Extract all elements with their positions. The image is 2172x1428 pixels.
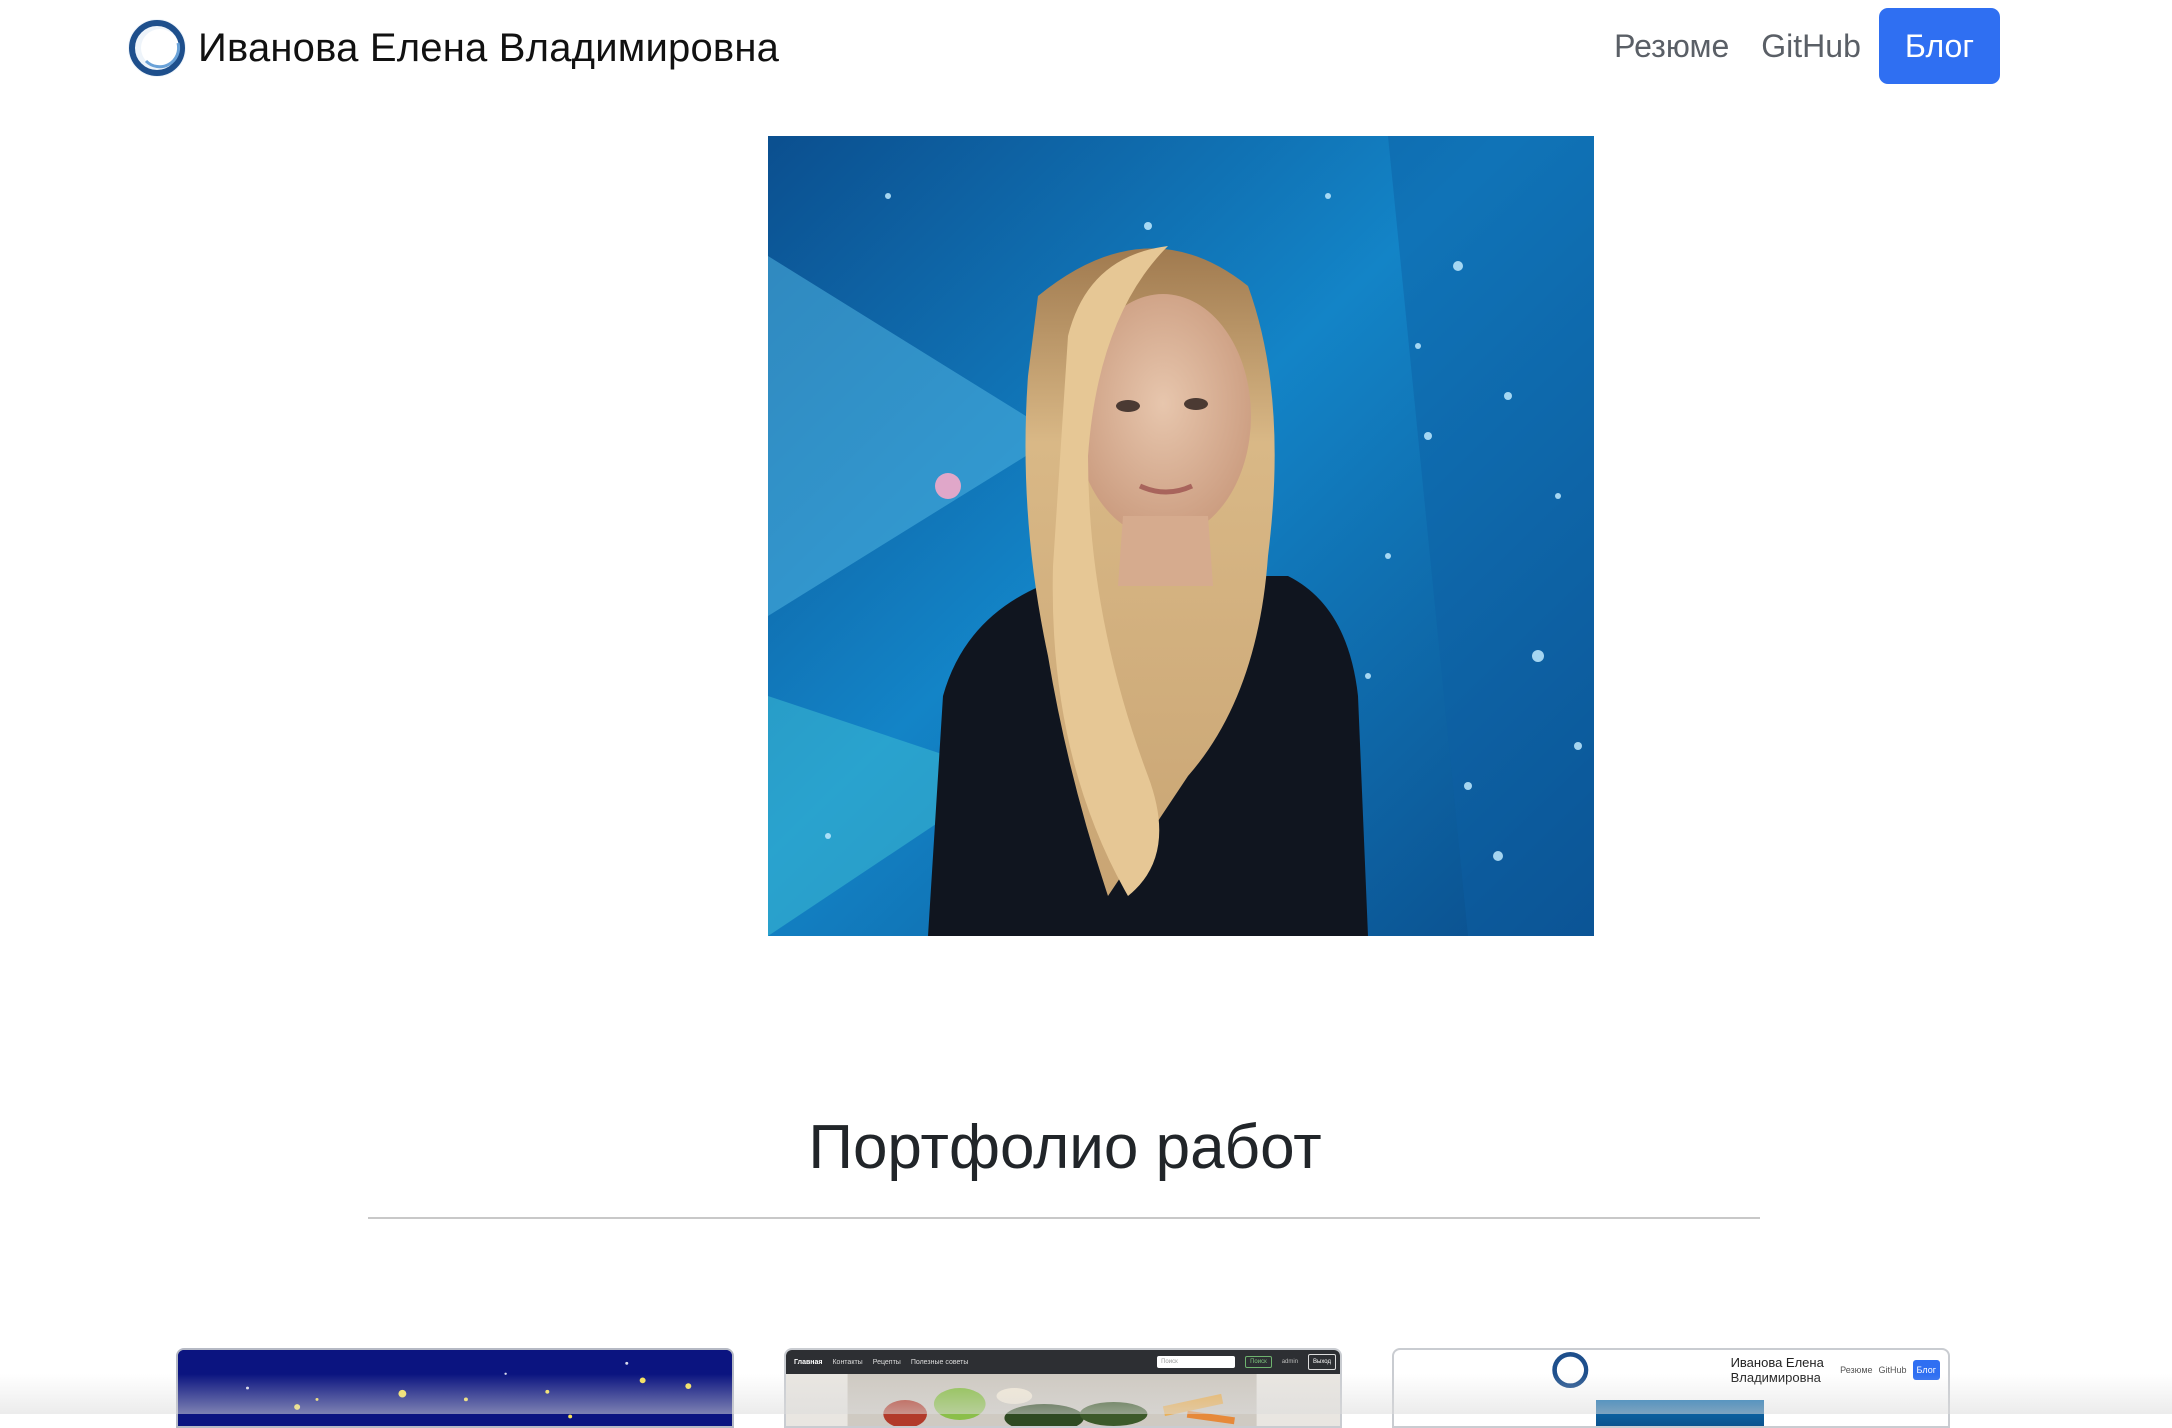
preview-photo [1596, 1400, 1764, 1426]
preview-nav-recipes: Рецепты [872, 1358, 901, 1366]
brand-link[interactable]: Иванова Елена Владимировна [126, 16, 779, 80]
recipes-site-preview: Главная Контакты Рецепты Полезные советы… [786, 1350, 1340, 1374]
portfolio-title: Портфолио работ [808, 1113, 1322, 1182]
preview-link-github: GitHub [1878, 1365, 1907, 1375]
nav-links: Резюме GitHub Блог [1598, 8, 2000, 84]
preview-user: admin [1281, 1359, 1299, 1365]
preview-exit-button: Выход [1308, 1354, 1336, 1370]
preview-logo-icon [1552, 1352, 1589, 1388]
top-navbar: Иванова Елена Владимировна Резюме GitHub… [0, 0, 2172, 96]
section-divider [368, 1217, 1760, 1219]
nav-link-resume[interactable]: Резюме [1598, 8, 1745, 84]
nav-link-github[interactable]: GitHub [1745, 8, 1877, 84]
brand-name: Иванова Елена Владимировна [198, 25, 780, 70]
preview-nav-home: Главная [794, 1358, 823, 1366]
portrait-photo [768, 136, 1594, 936]
portfolio-card-3[interactable]: Иванова Елена Владимировна Резюме GitHub… [1392, 1348, 1950, 1428]
preview-nav-contacts: Контакты [832, 1358, 863, 1366]
portfolio-card-2[interactable]: Главная Контакты Рецепты Полезные советы… [784, 1348, 1342, 1428]
preview-search-button: Поиск [1245, 1356, 1272, 1368]
vegetables-image [786, 1374, 1340, 1426]
portfolio-card-1[interactable] [176, 1348, 734, 1428]
preview-brand-name: Иванова Елена Владимировна [1730, 1355, 1824, 1385]
preview-nav-tips: Полезные советы [910, 1358, 969, 1366]
preview-nav-links: Резюме GitHub Блог [1840, 1360, 1940, 1380]
preview-link-blog: Блог [1912, 1360, 1940, 1380]
starry-night-preview [178, 1350, 732, 1426]
portfolio-site-preview: Иванова Елена Владимировна Резюме GitHub… [1394, 1350, 1948, 1390]
preview-link-resume: Резюме [1840, 1365, 1873, 1375]
logo-ring-icon [128, 19, 186, 77]
nav-link-blog[interactable]: Блог [1878, 8, 2000, 84]
preview-search-input: Поиск [1157, 1356, 1236, 1368]
